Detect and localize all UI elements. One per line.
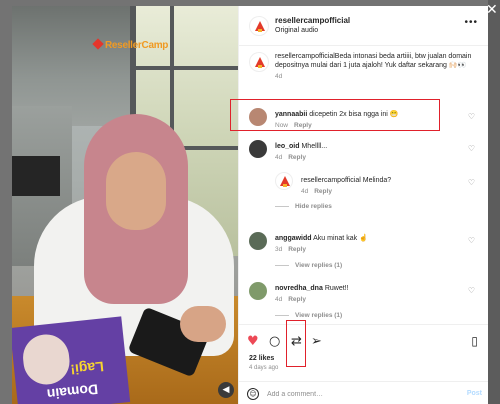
comment-text: Aku minat kak ☝️ <box>313 235 368 242</box>
like-comment-icon[interactable]: ♡ <box>468 286 475 295</box>
comment-text: dicepetin 2x bisa ngga ini 😁 <box>309 111 399 118</box>
flyer-text-2: Domain <box>46 381 99 403</box>
person-hand <box>180 306 226 342</box>
view-replies-button[interactable]: View replies (1) <box>275 312 342 319</box>
comment-text: Ruwet!! <box>324 285 349 292</box>
monitor <box>12 156 60 196</box>
comment-item: anggawidd Aku minat kak ☝️ 3d Reply ♡ <box>249 230 481 253</box>
comment-time: 4d <box>275 154 283 161</box>
share-icon[interactable]: ⇄ <box>291 335 302 348</box>
comment-item: leo_oid Mhellll... 4d Reply ♡ <box>249 138 481 161</box>
avatar[interactable] <box>249 108 267 126</box>
comment-time: Now <box>275 122 289 129</box>
avatar[interactable] <box>275 172 293 190</box>
comment-input[interactable] <box>267 387 447 401</box>
reply-button[interactable]: Reply <box>288 246 306 253</box>
likes-count[interactable]: 22 likes <box>249 355 274 362</box>
comment-item: yannaabii dicepetin 2x bisa ngga ini 😁 N… <box>249 106 481 129</box>
flyer-text-1: Lagi! <box>69 358 105 378</box>
view-replies-button[interactable]: View replies (1) <box>275 262 342 269</box>
save-bookmark-icon[interactable]: ▯ <box>471 335 478 348</box>
like-icon[interactable]: ♥ <box>247 335 259 348</box>
header-username[interactable]: resellercampofficial <box>275 16 350 25</box>
audio-label[interactable]: Original audio <box>275 27 318 34</box>
comment-username[interactable]: leo_oid <box>275 143 300 150</box>
reel-video[interactable]: ResellerCamp Lagi! Domain ◀ <box>12 6 238 404</box>
person-face <box>106 152 166 230</box>
hide-replies-button[interactable]: Hide replies <box>275 203 332 210</box>
reply-button[interactable]: Reply <box>288 296 306 303</box>
caption: resellercampofficialBeda intonasi beda a… <box>249 52 481 80</box>
more-options-icon[interactable]: ••• <box>464 17 478 28</box>
caption-time: 4d <box>275 73 283 80</box>
caption-text: resellercampofficialBeda intonasi beda a… <box>275 52 475 70</box>
reply-button[interactable]: Reply <box>294 122 312 129</box>
audio-mute-icon[interactable]: ◀ <box>218 382 234 398</box>
reply-username[interactable]: resellercampofficial <box>301 177 361 184</box>
backdrop-edge <box>488 0 500 404</box>
comment-composer: ☺ Post <box>239 381 488 404</box>
avatar[interactable] <box>249 140 267 158</box>
avatar[interactable] <box>249 16 269 36</box>
emoji-icon[interactable]: ☺ <box>247 388 259 400</box>
reply-button[interactable]: Reply <box>314 188 332 195</box>
comment-username[interactable]: yannaabii <box>275 111 307 118</box>
reply-text: Melinda? <box>362 177 392 184</box>
post-modal: ResellerCamp Lagi! Domain ◀ resellercamp… <box>12 6 488 404</box>
comment-username[interactable]: novredha_dna <box>275 285 323 292</box>
comments-panel: resellercampofficial Original audio ••• … <box>238 6 488 404</box>
avatar[interactable] <box>249 232 267 250</box>
like-comment-icon[interactable]: ♡ <box>468 236 475 245</box>
avatar[interactable] <box>249 52 269 72</box>
like-comment-icon[interactable]: ♡ <box>468 112 475 121</box>
reply-item: resellercampofficial Melinda? 4d Reply ♡ <box>275 172 481 195</box>
comment-text: Mhellll... <box>301 143 328 150</box>
caption-username[interactable]: resellercampofficial <box>275 53 335 60</box>
send-icon[interactable]: ➢ <box>311 335 322 348</box>
like-comment-icon[interactable]: ♡ <box>468 178 475 187</box>
avatar[interactable] <box>249 282 267 300</box>
comment-item: novredha_dna Ruwet!! 4d Reply ♡ <box>249 280 481 303</box>
flyer: Lagi! Domain <box>12 316 131 404</box>
like-comment-icon[interactable]: ♡ <box>468 144 475 153</box>
post-age: 4 days ago <box>249 365 279 371</box>
comment-time: 4d <box>275 296 283 303</box>
action-bar: ♥ ○ ⇄ ➢ ▯ 22 likes 4 days ago ☺ Post <box>239 324 488 404</box>
post-button[interactable]: Post <box>467 390 482 397</box>
comment-username[interactable]: anggawidd <box>275 235 312 242</box>
reply-button[interactable]: Reply <box>288 154 306 161</box>
brand-logo: ResellerCamp <box>92 38 168 51</box>
comment-time: 3d <box>275 246 283 253</box>
post-header: resellercampofficial Original audio ••• <box>239 6 488 46</box>
comment-icon[interactable]: ○ <box>269 335 280 348</box>
reply-time: 4d <box>301 188 309 195</box>
